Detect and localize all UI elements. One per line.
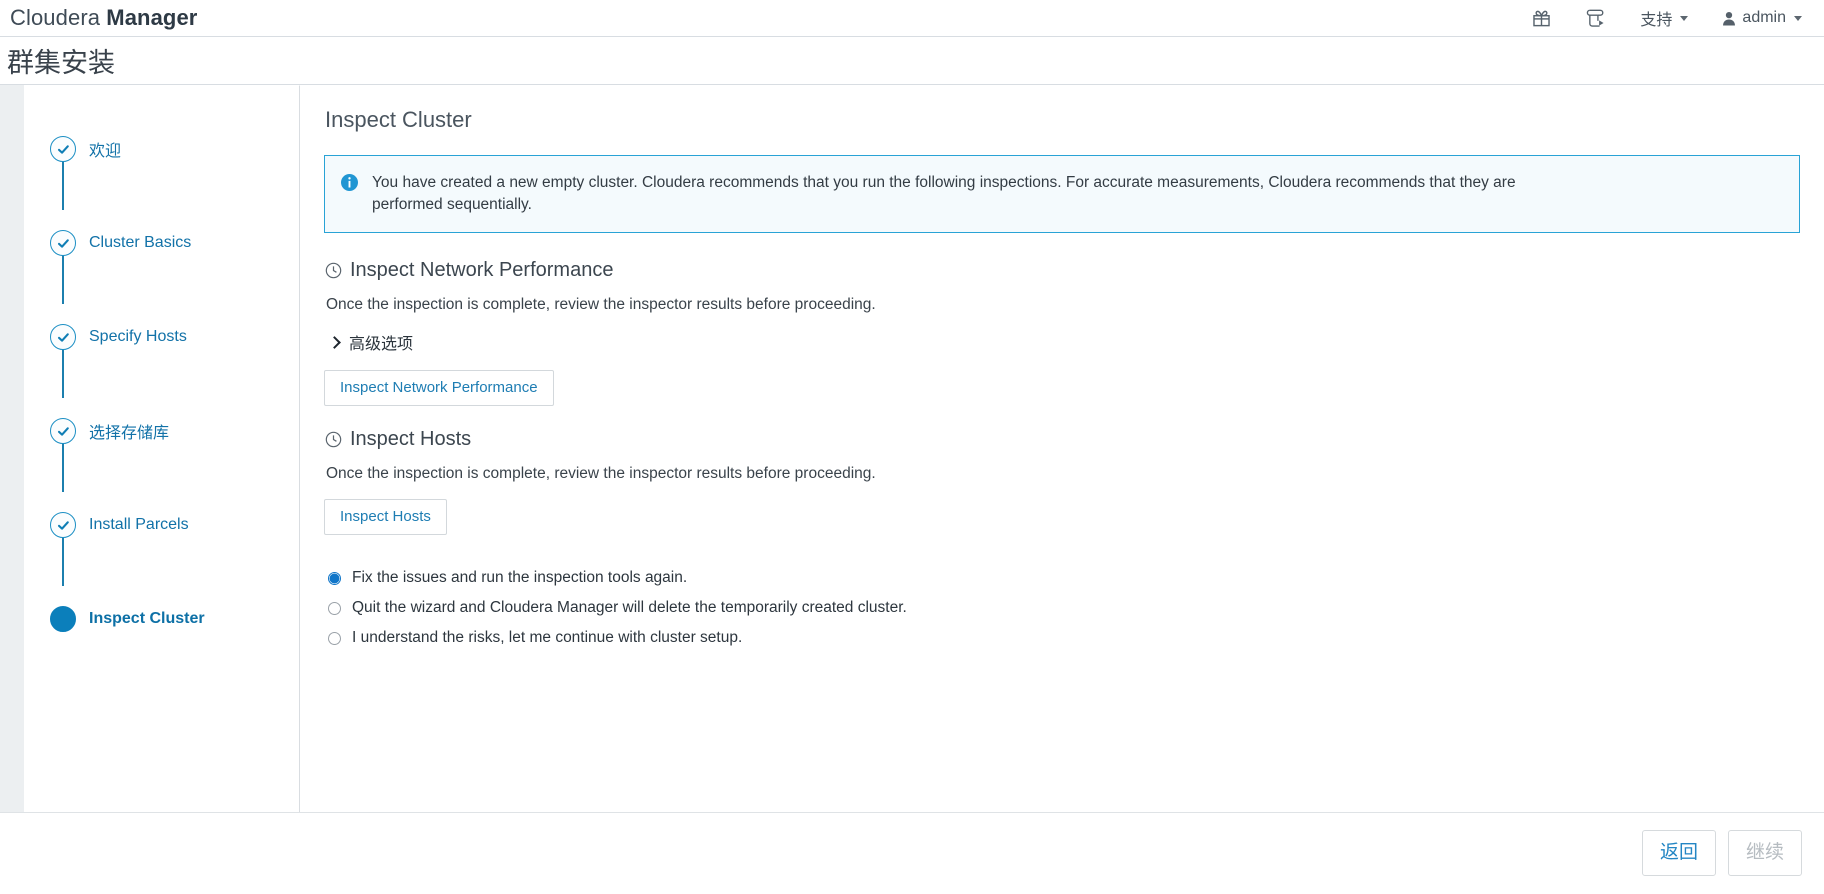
brand-light-text: Cloudera — [10, 5, 106, 30]
wizard-body: 欢迎 Cluster Basics Specify Hosts 选择存储库 Instal… — [0, 85, 1824, 812]
stepper-list: 欢迎 Cluster Basics Specify Hosts 选择存储库 Instal… — [24, 102, 299, 666]
section-heading: Inspect Hosts — [325, 428, 1800, 451]
advanced-options-label: 高级选项 — [349, 330, 413, 354]
stepper-check-icon — [50, 512, 76, 538]
info-alert: You have created a new empty cluster. Cl… — [324, 155, 1800, 233]
radio-option-1[interactable]: Fix the issues and run the inspection to… — [328, 563, 1800, 593]
info-alert-text: You have created a new empty cluster. Cl… — [372, 172, 1557, 216]
stepper-item-label: 选择存储库 — [89, 419, 169, 443]
clock-icon — [325, 431, 342, 448]
back-button[interactable]: 返回 — [1642, 830, 1716, 876]
brand-bold-text: Manager — [106, 5, 197, 30]
page-title-bar: 群集安装 — [0, 37, 1824, 85]
stepper-check-icon — [50, 230, 76, 256]
stepper-item-5[interactable]: Install Parcels — [50, 478, 299, 572]
gift-icon[interactable] — [1532, 9, 1551, 28]
stepper-item-1[interactable]: 欢迎 — [50, 102, 299, 196]
info-circle-icon — [341, 174, 358, 216]
person-icon — [1722, 11, 1736, 26]
left-gutter — [0, 85, 24, 812]
stepper-item-2[interactable]: Cluster Basics — [50, 196, 299, 290]
chevron-down-icon — [1794, 16, 1802, 21]
stepper-item-4[interactable]: 选择存储库 — [50, 384, 299, 478]
section-heading: Inspect Network Performance — [325, 259, 1800, 282]
app-brand[interactable]: Cloudera Manager — [10, 5, 197, 31]
stepper-item-label: Install Parcels — [89, 516, 189, 534]
stepper-item-label: Specify Hosts — [89, 328, 187, 346]
top-bar: Cloudera Manager 支持 — [0, 0, 1824, 37]
post-inspection-radio-group: Fix the issues and run the inspection to… — [328, 563, 1800, 653]
radio-option-label: Quit the wizard and Cloudera Manager wil… — [352, 599, 907, 617]
topbar-actions: 支持 admin — [1532, 6, 1802, 30]
section-description: Once the inspection is complete, review … — [326, 465, 1800, 483]
stepper-check-icon — [50, 324, 76, 350]
stepper-item-label: 欢迎 — [89, 137, 121, 161]
stepper-item-label: Inspect Cluster — [89, 610, 205, 628]
chevron-right-icon — [328, 336, 341, 349]
section-heading-label: Inspect Network Performance — [350, 259, 613, 282]
page-title: 群集安装 — [7, 41, 115, 80]
wizard-stepper-sidebar: 欢迎 Cluster Basics Specify Hosts 选择存储库 Instal… — [24, 85, 300, 812]
radio-button[interactable] — [328, 602, 341, 615]
inspect-network-performance-button[interactable]: Inspect Network Performance — [324, 370, 554, 406]
radio-option-label: Fix the issues and run the inspection to… — [352, 569, 687, 587]
stepper-check-icon — [50, 136, 76, 162]
inspect-hosts-button[interactable]: Inspect Hosts — [324, 499, 447, 535]
continue-button: 继续 — [1728, 830, 1802, 876]
stepper-item-3[interactable]: Specify Hosts — [50, 290, 299, 384]
user-menu[interactable]: admin — [1722, 9, 1802, 27]
radio-option-2[interactable]: Quit the wizard and Cloudera Manager wil… — [328, 593, 1800, 623]
section-spacer — [324, 406, 1800, 428]
support-menu[interactable]: 支持 — [1640, 6, 1688, 30]
chevron-down-icon — [1680, 16, 1688, 21]
radio-option-label: I understand the risks, let me continue … — [352, 629, 742, 647]
section-inspect-hosts: Inspect Hosts Once the inspection is com… — [324, 428, 1800, 535]
scroll-play-icon[interactable] — [1585, 8, 1606, 28]
content-title: Inspect Cluster — [325, 107, 1800, 133]
advanced-options-toggle[interactable]: 高级选项 — [330, 330, 1800, 354]
wizard-footer: 返回 继续 — [0, 812, 1824, 893]
user-menu-label: admin — [1742, 9, 1786, 27]
radio-button[interactable] — [328, 632, 341, 645]
section-inspect-network-performance: Inspect Network Performance Once the ins… — [324, 259, 1800, 406]
clock-icon — [325, 262, 342, 279]
radio-option-3[interactable]: I understand the risks, let me continue … — [328, 623, 1800, 653]
stepper-check-icon — [50, 418, 76, 444]
section-heading-label: Inspect Hosts — [350, 428, 471, 451]
section-description: Once the inspection is complete, review … — [326, 296, 1800, 314]
main-content: Inspect Cluster You have created a new e… — [300, 85, 1824, 812]
stepper-item-6[interactable]: Inspect Cluster — [50, 572, 299, 666]
stepper-item-label: Cluster Basics — [89, 234, 191, 252]
support-menu-label: 支持 — [1640, 6, 1672, 30]
stepper-current-dot-icon — [50, 606, 76, 632]
radio-button-selected[interactable] — [328, 572, 341, 585]
